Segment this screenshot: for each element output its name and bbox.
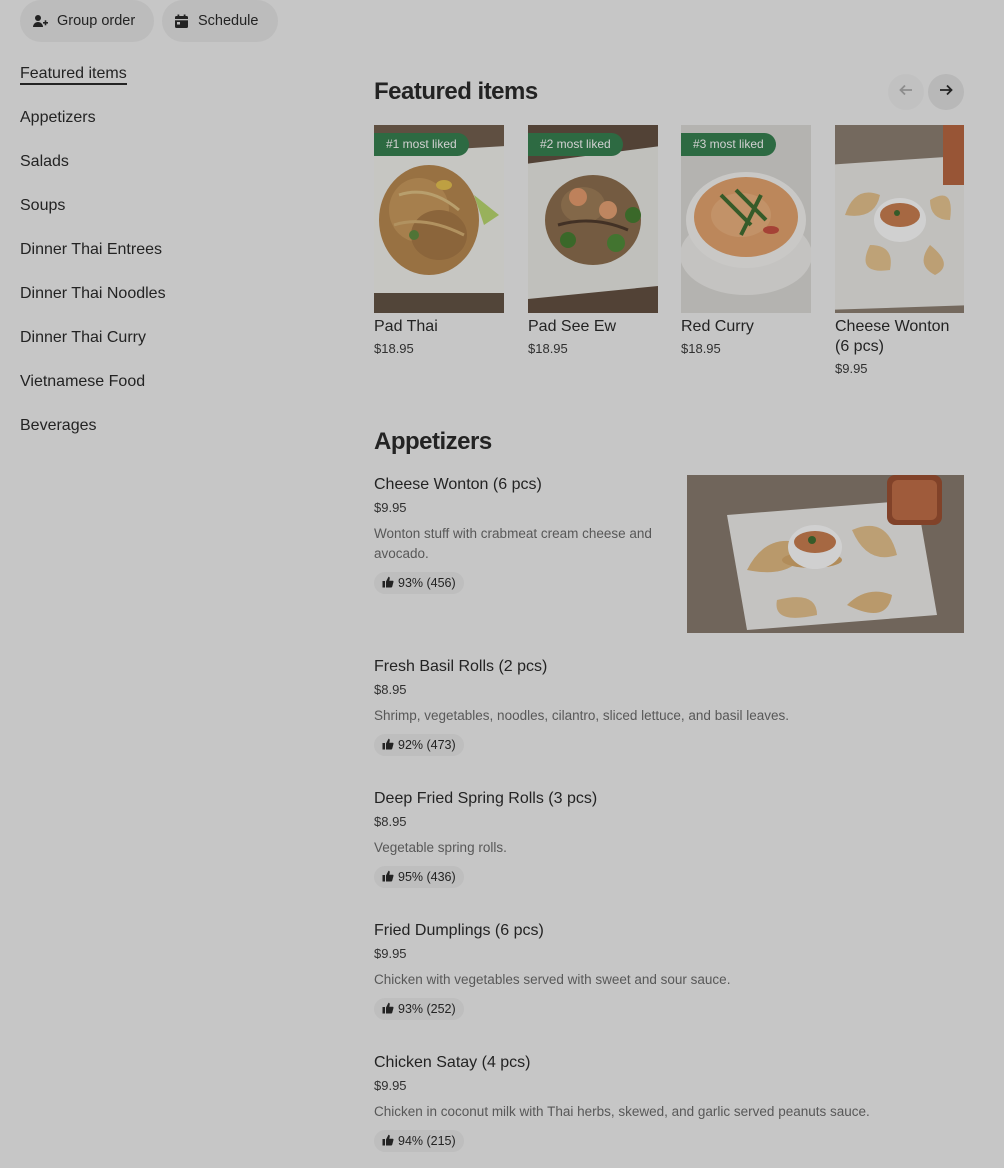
thumbs-up-icon — [382, 576, 394, 591]
sidebar-item-dinner-thai-noodles[interactable]: Dinner Thai Noodles — [20, 282, 320, 326]
sidebar-item-dinner-thai-curry[interactable]: Dinner Thai Curry — [20, 326, 320, 370]
rating-badge: 95% (436) — [374, 866, 464, 888]
sidebar-item-appetizers[interactable]: Appetizers — [20, 106, 320, 150]
item-description: Vegetable spring rolls. — [374, 840, 507, 855]
featured-card[interactable]: #1 most liked Pad Thai $18.95 — [374, 125, 504, 356]
schedule-label: Schedule — [198, 13, 259, 29]
thumbs-up-icon — [382, 870, 394, 885]
sidebar-item-vietnamese-food[interactable]: Vietnamese Food — [20, 370, 320, 414]
dish-price: $18.95 — [528, 341, 568, 356]
carousel-next-button[interactable] — [928, 74, 964, 110]
sidebar-item-dinner-thai-entrees[interactable]: Dinner Thai Entrees — [20, 238, 320, 282]
featured-section-title: Featured items — [374, 78, 538, 105]
dish-name: Red Curry — [681, 318, 754, 335]
thumbs-up-icon — [382, 738, 394, 753]
dish-name: Pad See Ew — [528, 318, 617, 335]
item-price: $9.95 — [374, 946, 407, 961]
item-price: $8.95 — [374, 682, 407, 697]
item-name: Fried Dumplings (6 pcs) — [374, 922, 544, 939]
schedule-button[interactable]: Schedule — [162, 0, 278, 42]
group-order-label: Group order — [57, 13, 136, 29]
arrow-right-icon — [938, 82, 954, 103]
rating-text: 94% (215) — [398, 1134, 456, 1148]
dish-image: #2 most liked — [528, 125, 658, 313]
most-liked-badge: #2 most liked — [528, 133, 623, 156]
menu-item[interactable]: Cheese Wonton (6 pcs) $9.95 Wonton stuff… — [374, 475, 674, 594]
dish-price: $18.95 — [681, 341, 721, 356]
carousel-prev-button[interactable] — [888, 74, 924, 110]
featured-card[interactable]: Cheese Wonton (6 pcs) $9.95 — [835, 125, 964, 376]
appetizers-section-title: Appetizers — [374, 428, 492, 455]
thumbs-up-icon — [382, 1002, 394, 1017]
item-description: Chicken with vegetables served with swee… — [374, 972, 731, 987]
most-liked-badge: #1 most liked — [374, 133, 469, 156]
sidebar-item-beverages[interactable]: Beverages — [20, 414, 320, 458]
dish-image: #1 most liked — [374, 125, 504, 313]
most-liked-badge: #3 most liked — [681, 133, 776, 156]
rating-badge: 93% (252) — [374, 998, 464, 1020]
dish-image — [835, 125, 964, 313]
category-sidebar: Featured items Appetizers Salads Soups D… — [20, 62, 320, 458]
rating-text: 93% (456) — [398, 576, 456, 590]
menu-item[interactable]: Fried Dumplings (6 pcs) $9.95 Chicken wi… — [374, 921, 964, 1020]
dish-price: $18.95 — [374, 341, 414, 356]
menu-item[interactable]: Fresh Basil Rolls (2 pcs) $8.95 Shrimp, … — [374, 657, 964, 756]
rating-text: 92% (473) — [398, 738, 456, 752]
arrow-left-icon — [898, 82, 914, 103]
menu-item[interactable]: Chicken Satay (4 pcs) $9.95 Chicken in c… — [374, 1053, 964, 1152]
add-person-icon — [32, 13, 48, 29]
item-name: Deep Fried Spring Rolls (3 pcs) — [374, 790, 598, 807]
dish-name: Pad Thai — [374, 318, 438, 335]
item-description: Shrimp, vegetables, noodles, cilantro, s… — [374, 708, 789, 723]
sidebar-item-salads[interactable]: Salads — [20, 150, 320, 194]
sidebar-item-soups[interactable]: Soups — [20, 194, 320, 238]
item-name: Chicken Satay (4 pcs) — [374, 1054, 531, 1071]
rating-badge: 92% (473) — [374, 734, 464, 756]
item-name: Fresh Basil Rolls (2 pcs) — [374, 658, 548, 675]
item-price: $9.95 — [374, 1078, 407, 1093]
featured-card[interactable]: #3 most liked Red Curry $18.95 — [681, 125, 811, 356]
group-order-button[interactable]: Group order — [20, 0, 154, 42]
dish-name: Cheese Wonton (6 pcs) — [835, 318, 950, 355]
item-image[interactable] — [687, 475, 964, 633]
rating-badge: 93% (456) — [374, 572, 464, 594]
featured-card[interactable]: #2 most liked Pad See Ew $18.95 — [528, 125, 658, 356]
thumbs-up-icon — [382, 1134, 394, 1149]
item-description: Wonton stuff with crabmeat cream cheese … — [374, 526, 652, 561]
dish-price: $9.95 — [835, 361, 868, 376]
item-price: $9.95 — [374, 500, 407, 515]
rating-badge: 94% (215) — [374, 1130, 464, 1152]
item-description: Chicken in coconut milk with Thai herbs,… — [374, 1104, 870, 1119]
item-name: Cheese Wonton (6 pcs) — [374, 476, 542, 493]
rating-text: 95% (436) — [398, 870, 456, 884]
menu-item[interactable]: Deep Fried Spring Rolls (3 pcs) $8.95 Ve… — [374, 789, 964, 888]
dish-image: #3 most liked — [681, 125, 811, 313]
featured-carousel: #1 most liked Pad Thai $18.95 #2 most li… — [374, 125, 964, 395]
sidebar-item-featured-items[interactable]: Featured items — [20, 62, 320, 106]
item-price: $8.95 — [374, 814, 407, 829]
calendar-icon — [174, 14, 189, 29]
rating-text: 93% (252) — [398, 1002, 456, 1016]
